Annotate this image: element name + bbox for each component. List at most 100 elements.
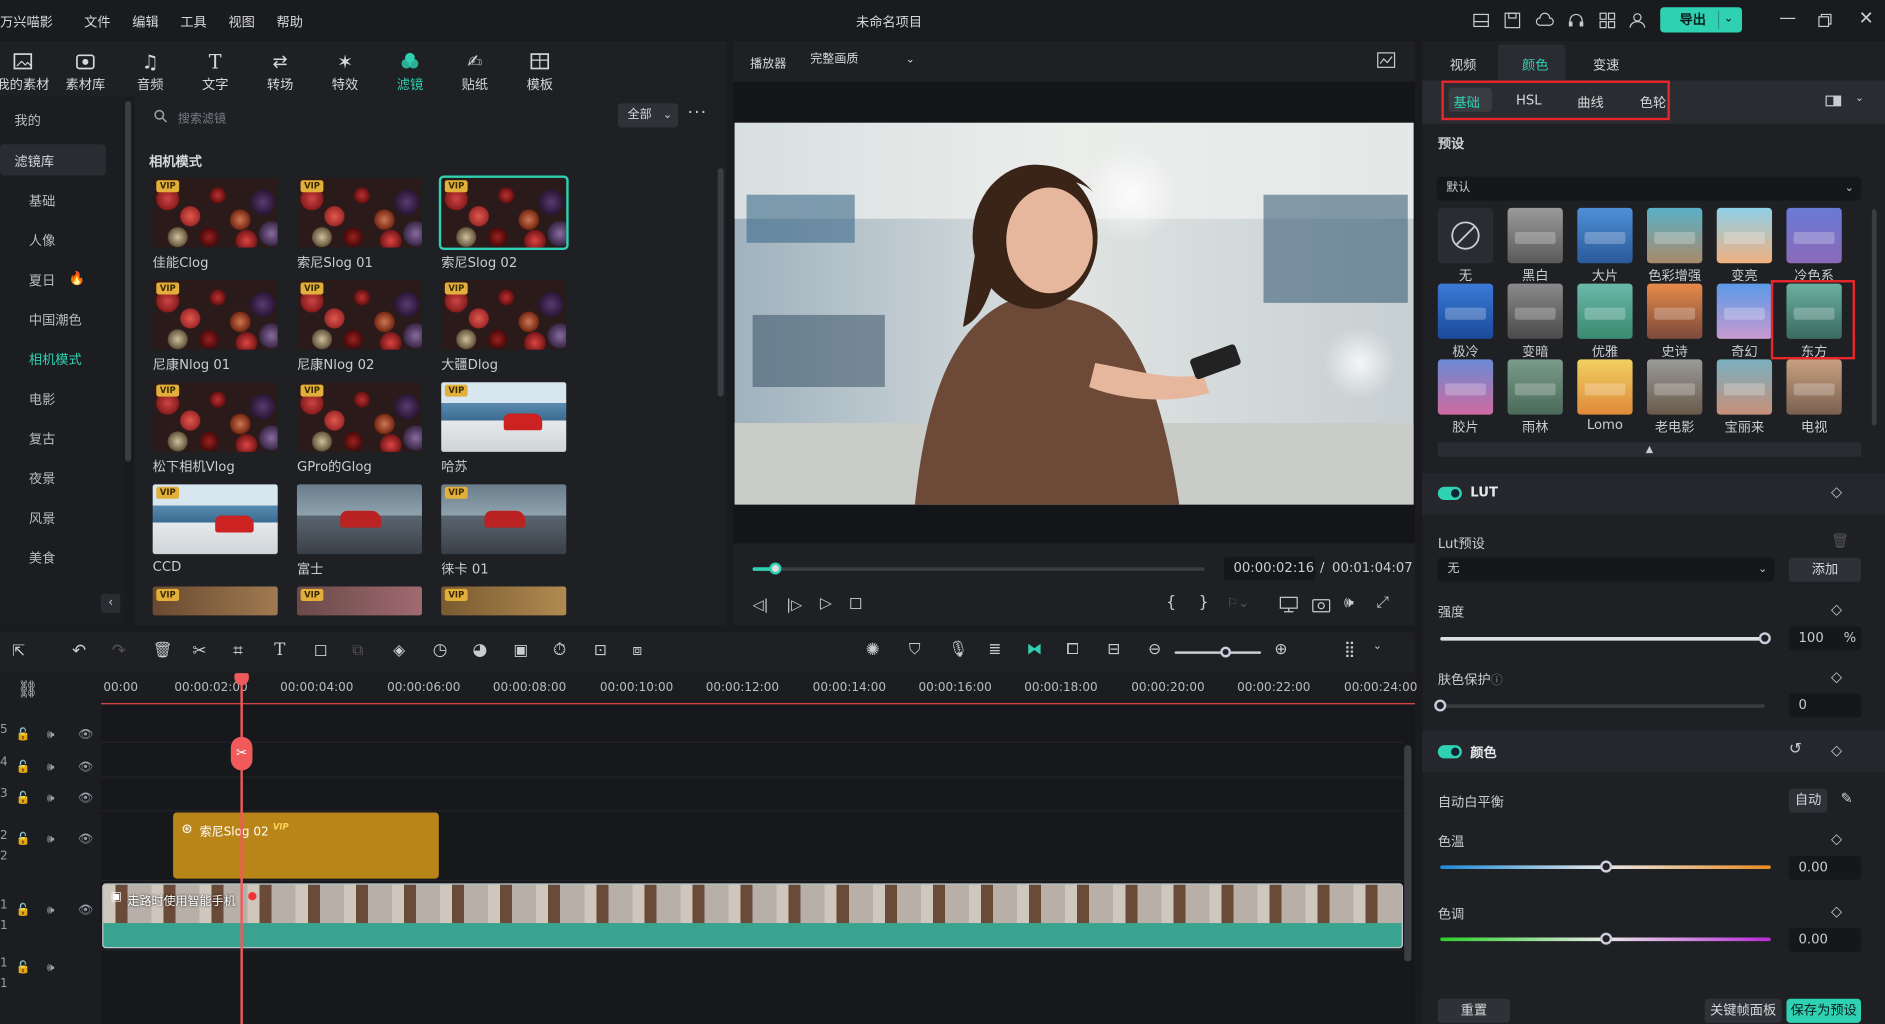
tint-value[interactable]: 0.00: [1788, 927, 1862, 952]
filter-thumb[interactable]: VIP: [152, 177, 278, 248]
shield-icon[interactable]: ⛉: [909, 641, 921, 659]
chevron-down-icon[interactable]: ⌄: [1855, 93, 1864, 105]
temperature-value[interactable]: 0.00: [1788, 855, 1862, 880]
lock-icon[interactable]: 🔓: [16, 904, 31, 917]
preset-thumb[interactable]: [1647, 359, 1703, 415]
marker-icon[interactable]: ⚐⌄: [1226, 595, 1249, 611]
mark-in-icon[interactable]: {: [1166, 594, 1176, 612]
nav-scrollbar[interactable]: [125, 100, 132, 462]
color-toggle[interactable]: [1437, 745, 1462, 759]
video-clip[interactable]: ▣ 走路时使用智能手机 ●: [102, 883, 1403, 949]
link-icon[interactable]: ⛓: [17, 680, 38, 699]
lock-icon[interactable]: 🔓: [16, 728, 31, 741]
filter-thumb[interactable]: VIP: [152, 280, 278, 350]
speaker-icon[interactable]: 🕪: [47, 904, 55, 917]
eye-icon[interactable]: 👁: [78, 728, 93, 741]
nav-item-night[interactable]: 夜景: [29, 469, 55, 488]
skin-value[interactable]: 0: [1788, 693, 1862, 718]
filter-clip[interactable]: ⊛ 索尼Slog 02 VIP: [173, 812, 439, 879]
tab-filters[interactable]: 滤镜: [377, 50, 442, 93]
keyframe-diamond-icon[interactable]: ◇: [1831, 742, 1842, 759]
filter-thumb[interactable]: [296, 484, 422, 555]
display-icon[interactable]: [1279, 596, 1298, 613]
tab-effects[interactable]: ✶ 特效: [313, 50, 378, 93]
zoom-in-icon[interactable]: ⊕: [1274, 641, 1287, 659]
keyframe-panel-button[interactable]: 关键帧面板: [1704, 998, 1782, 1023]
nav-library[interactable]: 滤镜库: [14, 151, 54, 170]
pip-icon[interactable]: ⧠: [1066, 641, 1079, 659]
filter-scrollbar[interactable]: [717, 168, 724, 397]
redo-icon[interactable]: ↷: [112, 642, 126, 661]
nav-item-movie[interactable]: 电影: [29, 389, 55, 408]
subtab-hsl[interactable]: HSL: [1516, 93, 1542, 109]
zoom-out-icon[interactable]: ⊖: [1148, 641, 1161, 659]
zoom-track[interactable]: [1174, 651, 1262, 654]
color-palette-icon[interactable]: ◕: [472, 641, 487, 660]
preset-thumb[interactable]: [1437, 359, 1494, 415]
reset-icon[interactable]: ↺: [1789, 740, 1802, 758]
nav-item-camera-mode[interactable]: 相机模式: [29, 350, 82, 369]
stop-icon[interactable]: ◻: [849, 594, 863, 613]
user-icon[interactable]: [1629, 12, 1646, 29]
menu-help[interactable]: 帮助: [277, 12, 303, 31]
save-icon[interactable]: [1504, 12, 1521, 29]
temperature-handle[interactable]: [1599, 860, 1612, 873]
strength-value[interactable]: 100%: [1788, 626, 1862, 651]
snapshot-chart-icon[interactable]: [1377, 52, 1396, 69]
lock-icon[interactable]: 🔓: [16, 792, 31, 805]
layout-grid-icon[interactable]: ⣿: [1344, 641, 1355, 659]
auto-wb-button[interactable]: 自动: [1788, 788, 1828, 813]
scope-dropdown[interactable]: 全部 ⌄: [617, 103, 679, 128]
preset-thumb[interactable]: [1786, 207, 1842, 264]
save-preset-button[interactable]: 保存为预设: [1786, 998, 1862, 1023]
volume-icon[interactable]: 🕪: [1344, 594, 1354, 612]
reset-button[interactable]: 重置: [1437, 998, 1510, 1023]
next-frame-icon[interactable]: |▷: [786, 596, 802, 613]
timer-icon[interactable]: ⏱: [553, 641, 566, 660]
filter-thumb[interactable]: VIP: [441, 484, 567, 555]
skin-track[interactable]: [1440, 704, 1765, 708]
filter-thumb[interactable]: VIP: [152, 586, 278, 616]
speaker-icon[interactable]: 🕪: [47, 833, 55, 846]
delete-icon[interactable]: 🗑: [153, 642, 173, 660]
tab-stock[interactable]: 素材库: [53, 50, 118, 93]
speaker-icon[interactable]: 🕪: [47, 761, 55, 774]
preset-thumb[interactable]: [1577, 207, 1633, 264]
preset-thumb[interactable]: [1716, 283, 1773, 339]
more-options-icon[interactable]: ···: [688, 103, 708, 122]
subtab-basic[interactable]: 基础: [1453, 93, 1479, 112]
filter-thumb[interactable]: VIP: [296, 382, 422, 452]
eye-icon[interactable]: 👁: [78, 833, 93, 846]
menu-tools[interactable]: 工具: [180, 12, 206, 31]
tab-color[interactable]: 颜色: [1522, 55, 1548, 74]
preset-thumb[interactable]: [1647, 207, 1703, 264]
tab-video[interactable]: 视频: [1450, 55, 1476, 74]
text-tool-icon[interactable]: T: [274, 641, 285, 660]
filter-thumb[interactable]: VIP: [296, 586, 422, 616]
filter-thumb[interactable]: VIP: [296, 177, 422, 248]
tab-text[interactable]: T 文字: [183, 50, 248, 93]
cloud-icon[interactable]: [1535, 12, 1554, 29]
headset-icon[interactable]: [1568, 12, 1585, 29]
current-time[interactable]: 00:00:02:16: [1223, 556, 1316, 581]
prev-frame-icon[interactable]: ◁|: [753, 596, 769, 613]
preset-thumb[interactable]: [1716, 207, 1773, 264]
eye-icon[interactable]: 👁: [78, 904, 93, 917]
nav-item-basic[interactable]: 基础: [29, 191, 55, 210]
playhead-handle[interactable]: [769, 562, 782, 575]
layout-icon[interactable]: [1473, 12, 1490, 29]
lock-icon[interactable]: 🔓: [16, 833, 31, 846]
tint-handle[interactable]: [1599, 932, 1612, 945]
keyframe-diamond-icon[interactable]: ◇: [1831, 831, 1842, 848]
nav-item-food[interactable]: 美食: [29, 548, 55, 567]
minimize-icon[interactable]: —: [1779, 8, 1796, 27]
snap-icon[interactable]: ⧓: [1027, 641, 1043, 659]
speed-icon[interactable]: ◷: [433, 641, 448, 660]
undo-icon[interactable]: ↶: [72, 642, 86, 661]
collapse-left-icon[interactable]: ‹: [100, 593, 121, 613]
keyframe-diamond-icon[interactable]: ◇: [1831, 483, 1842, 500]
nav-item-portrait[interactable]: 人像: [29, 231, 55, 250]
speaker-icon[interactable]: 🕪: [47, 792, 55, 805]
render-icon[interactable]: ✺: [866, 641, 880, 660]
play-icon[interactable]: ▷: [820, 595, 832, 613]
